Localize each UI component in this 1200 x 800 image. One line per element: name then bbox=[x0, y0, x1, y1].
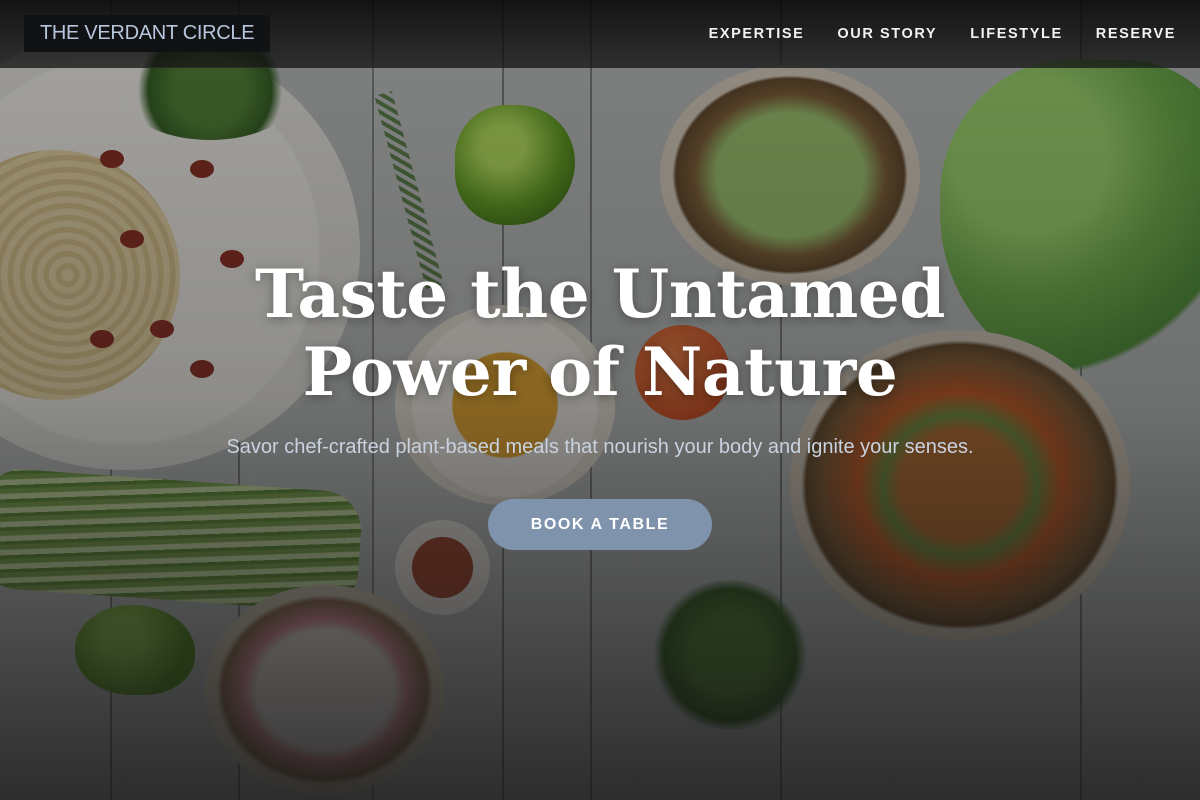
hero-subheadline: Savor chef-crafted plant-based meals tha… bbox=[226, 436, 974, 458]
nav-link-reserve[interactable]: RESERVE bbox=[1096, 26, 1176, 42]
navbar: THE VERDANT CIRCLE EXPERTISE OUR STORY L… bbox=[0, 0, 1200, 68]
book-a-table-button[interactable]: BOOK A TABLE bbox=[488, 499, 712, 550]
nav-link-expertise[interactable]: EXPERTISE bbox=[709, 26, 805, 42]
hero-section: Taste the Untamed Power of Nature Savor … bbox=[0, 0, 1200, 800]
hero-headline: Taste the Untamed Power of Nature bbox=[255, 255, 945, 411]
nav-links: EXPERTISE OUR STORY LIFESTYLE RESERVE bbox=[709, 26, 1176, 42]
hero-content: Taste the Untamed Power of Nature Savor … bbox=[0, 255, 1200, 550]
nav-link-lifestyle[interactable]: LIFESTYLE bbox=[970, 26, 1063, 42]
nav-link-our-story[interactable]: OUR STORY bbox=[837, 26, 937, 42]
brand-logo[interactable]: THE VERDANT CIRCLE bbox=[24, 15, 271, 52]
